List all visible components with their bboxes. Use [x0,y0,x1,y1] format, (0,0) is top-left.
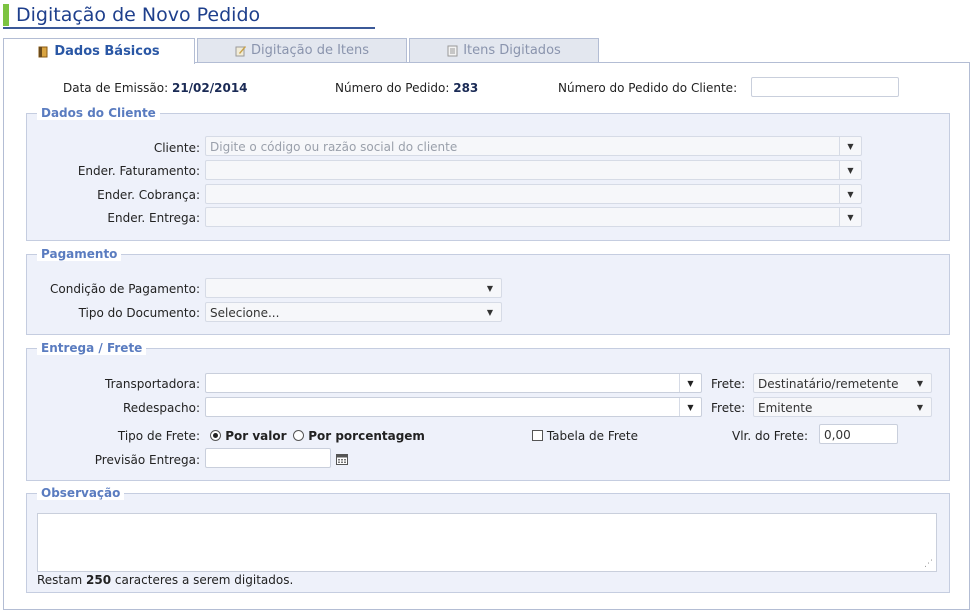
cliente-placeholder: Digite o código ou razão social do clien… [210,140,458,154]
caracteres-restantes: Restam 250 caracteres a serem digitados. [37,573,293,587]
restam-count: 250 [86,573,112,587]
frete1-value: Destinatário/remetente [758,377,899,391]
frete2-value: Emitente [758,401,813,415]
previsao-entrega-label: Previsão Entrega: [94,453,200,467]
form-panel: Data de Emissão: 21/02/2014 Número do Pe… [3,62,970,610]
frete1-select[interactable]: Destinatário/remetente ▼ [753,373,932,393]
chevron-down-icon[interactable]: ▼ [679,374,701,392]
redespacho-label: Redespacho: [123,401,200,415]
dados-cliente-group: Dados do Cliente Cliente: Digite o códig… [26,106,950,241]
transportadora-input[interactable]: ▼ [205,373,702,393]
observacao-group: Observação ⋰ Restam 250 caracteres a ser… [26,486,950,593]
tab-dados-basicos[interactable]: Dados Básicos [3,38,195,64]
page-header: Digitação de Novo Pedido [3,4,375,29]
data-emissao-value: 21/02/2014 [171,81,248,95]
tabela-frete-label: Tabela de Frete [546,429,639,443]
data-emissao: Data de Emissão: 21/02/2014 [63,81,248,95]
chevron-down-icon[interactable]: ▼ [679,398,701,416]
restam-prefix: Restam [37,573,83,587]
resize-handle-icon[interactable]: ⋰ [924,559,933,569]
observacao-textarea[interactable]: ⋰ [37,513,937,572]
restam-suffix: caracteres a serem digitados. [114,573,294,587]
numero-pedido-value: 283 [453,81,479,95]
condicao-pagamento-select[interactable]: ▼ [205,278,502,298]
ender-entrega-select[interactable]: ▼ [205,207,862,227]
title-accent-bar [3,4,9,26]
tab-digitacao-itens[interactable]: Digitação de Itens [197,38,407,62]
numero-pedido-cliente-label: Número do Pedido do Cliente: [558,81,738,95]
chevron-down-icon[interactable]: ▼ [839,137,861,155]
pagamento-group: Pagamento Condição de Pagamento: ▼ Tipo … [26,247,950,335]
radio-por-valor[interactable]: Por valor [210,429,287,443]
cliente-select[interactable]: Digite o código ou razão social do clien… [205,136,862,156]
transportadora-label: Transportadora: [105,377,200,391]
vlr-frete-input[interactable]: 0,00 [819,424,898,444]
dados-cliente-legend: Dados do Cliente [37,106,160,120]
chevron-down-icon[interactable]: ▼ [909,398,931,416]
tab-label: Digitação de Itens [250,43,370,58]
numero-pedido-cliente-input[interactable] [751,77,899,97]
tab-label: Itens Digitados [463,43,561,58]
chevron-down-icon[interactable]: ▼ [479,279,501,297]
ender-cobranca-label: Ender. Cobrança: [97,188,200,202]
tab-label: Dados Básicos [54,44,160,59]
chevron-down-icon[interactable]: ▼ [479,303,501,321]
edit-icon [235,45,246,56]
checkbox-icon[interactable] [532,430,543,441]
tipo-frete-label: Tipo de Frete: [117,429,200,443]
radio-por-porcentagem-label: Por porcentagem [308,429,425,443]
ender-cobranca-select[interactable]: ▼ [205,184,862,204]
frete2-select[interactable]: Emitente ▼ [753,397,932,417]
chevron-down-icon[interactable]: ▼ [839,161,861,179]
calendar-icon[interactable] [332,450,352,468]
radio-por-porcentagem[interactable]: Por porcentagem [293,429,425,443]
entrega-frete-group: Entrega / Frete Transportadora: ▼ Frete:… [26,341,950,481]
ender-faturamento-label: Ender. Faturamento: [77,164,200,178]
radio-por-valor-label: Por valor [225,429,287,443]
tipo-documento-label: Tipo do Documento: [78,306,200,320]
tabela-frete-checkbox[interactable]: Tabela de Frete [532,429,638,443]
list-icon [447,45,458,56]
condicao-pagamento-label: Condição de Pagamento: [50,282,200,296]
radio-unselected-icon[interactable] [293,430,304,441]
numero-pedido-label: Número do Pedido: [335,81,450,95]
chevron-down-icon[interactable]: ▼ [839,185,861,203]
tipo-documento-select[interactable]: Selecione... ▼ [205,302,502,322]
ender-entrega-label: Ender. Entrega: [107,211,200,225]
page-title: Digitação de Novo Pedido [16,4,261,26]
previsao-entrega-input[interactable] [205,448,331,468]
pagamento-legend: Pagamento [37,247,122,261]
chevron-down-icon[interactable]: ▼ [839,208,861,226]
ender-faturamento-select[interactable]: ▼ [205,160,862,180]
cliente-label: Cliente: [153,141,200,155]
entrega-frete-legend: Entrega / Frete [37,341,147,355]
data-emissao-label: Data de Emissão: [63,81,169,95]
radio-selected-icon[interactable] [210,430,221,441]
frete2-label: Frete: [711,401,746,415]
document-icon [38,46,48,57]
redespacho-input[interactable]: ▼ [205,397,702,417]
tipo-documento-value: Selecione... [210,306,280,320]
observacao-legend: Observação [37,486,125,500]
tab-itens-digitados[interactable]: Itens Digitados [409,38,599,62]
chevron-down-icon[interactable]: ▼ [909,374,931,392]
numero-pedido: Número do Pedido: 283 [335,81,478,95]
vlr-frete-label: Vlr. do Frete: [732,429,808,443]
frete1-label: Frete: [711,377,746,391]
vlr-frete-value: 0,00 [824,428,851,442]
